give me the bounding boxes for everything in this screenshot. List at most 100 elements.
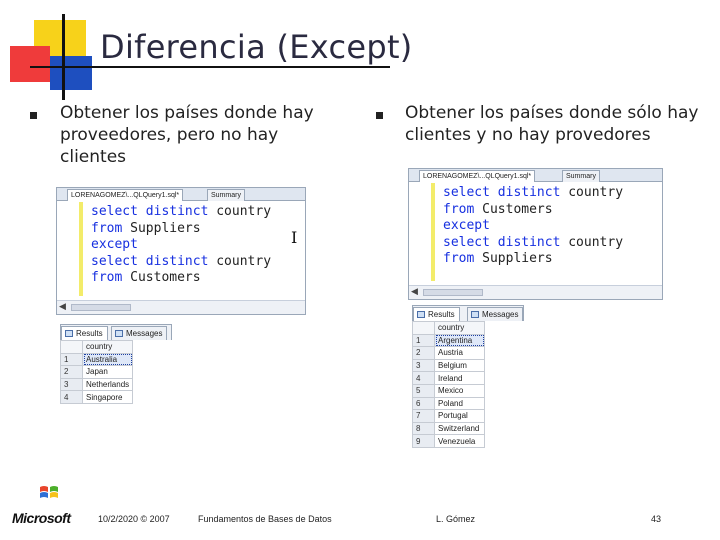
horizontal-scrollbar[interactable]: ◀ xyxy=(57,300,305,314)
sql-line: from Suppliers xyxy=(91,221,271,238)
messages-icon xyxy=(471,311,479,318)
sql-line: except xyxy=(443,218,623,235)
table-row[interactable]: 3 Netherlands xyxy=(60,377,134,392)
sql-line: from Suppliers xyxy=(443,251,623,268)
query-tab[interactable]: LORENAGOMEZ\...QLQuery1.sql* xyxy=(67,189,184,201)
row-number[interactable]: 1 xyxy=(412,333,435,348)
results-grid[interactable]: country 1 Argentina 2 Austria 3 Belgium 4 Irelan… xyxy=(412,321,485,448)
column-header[interactable]: country xyxy=(434,321,485,335)
row-number[interactable]: 1 xyxy=(60,352,83,367)
row-number[interactable]: 5 xyxy=(412,383,435,398)
summary-tab[interactable]: Summary xyxy=(207,189,245,201)
country-cell[interactable]: Singapore xyxy=(81,390,134,404)
sql-line: from Customers xyxy=(91,270,271,287)
sql-editor-left[interactable]: LORENAGOMEZ\...QLQuery1.sql* Summary sel… xyxy=(56,187,306,315)
sql-keyword: except xyxy=(443,218,490,233)
row-number[interactable]: 8 xyxy=(412,421,435,436)
messages-icon xyxy=(115,330,123,337)
sql-identifier: Customers xyxy=(130,270,201,285)
query-tab[interactable]: LORENAGOMEZ\...QLQuery1.sql* xyxy=(419,170,536,182)
scroll-left-icon[interactable]: ◀ xyxy=(411,287,418,297)
sql-keyword: except xyxy=(91,237,138,252)
grid-header-row: country xyxy=(412,321,485,335)
messages-tab[interactable]: Messages xyxy=(111,326,168,340)
grid-corner[interactable] xyxy=(412,321,435,335)
row-number[interactable]: 3 xyxy=(412,358,435,373)
row-number[interactable]: 9 xyxy=(412,434,435,448)
sql-keyword: from xyxy=(443,201,483,217)
row-number[interactable]: 2 xyxy=(412,346,435,360)
sql-editor-right[interactable]: LORENAGOMEZ\...QLQuery1.sql* Summary sel… xyxy=(408,168,663,300)
table-row[interactable]: 3 Belgium xyxy=(412,358,485,373)
results-tabbar: Results Messages xyxy=(412,305,524,321)
messages-tab[interactable]: Messages xyxy=(467,307,524,321)
sql-identifier: Suppliers xyxy=(130,220,201,236)
row-number[interactable]: 4 xyxy=(412,371,435,385)
editor-tabbar: LORENAGOMEZ\...QLQuery1.sql* Summary xyxy=(409,169,662,182)
row-number[interactable]: 2 xyxy=(60,365,83,379)
country-cell[interactable]: Belgium xyxy=(434,358,485,373)
row-number[interactable]: 7 xyxy=(412,409,435,423)
scroll-thumb[interactable] xyxy=(423,289,483,296)
table-row[interactable]: 7 Portugal xyxy=(412,409,485,423)
country-cell[interactable]: Switzerland xyxy=(434,421,485,436)
country-cell[interactable]: Ireland xyxy=(434,371,485,385)
sql-keyword: from xyxy=(91,270,131,285)
footer-page-number: 43 xyxy=(651,514,662,524)
table-row[interactable]: 6 Poland xyxy=(412,396,485,411)
windows-flag-icon xyxy=(40,486,58,498)
sql-line: select distinct country xyxy=(443,185,623,202)
results-panel-left: Results Messages country 1 Australia 2 Japan… xyxy=(60,324,172,404)
slide-title: Diferencia (Except) xyxy=(100,28,413,66)
country-cell[interactable]: Mexico xyxy=(434,383,485,398)
sql-identifier: country xyxy=(568,185,624,200)
table-row[interactable]: 1 Argentina xyxy=(412,333,485,348)
decor-vertical-line xyxy=(62,14,65,100)
sql-line: select distinct country xyxy=(91,254,271,271)
table-row[interactable]: 5 Mexico xyxy=(412,383,485,398)
table-row[interactable]: 4 Singapore xyxy=(60,390,134,404)
summary-tab[interactable]: Summary xyxy=(562,170,600,182)
results-tabbar: Results Messages xyxy=(60,324,172,340)
country-cell[interactable]: Portugal xyxy=(434,409,485,423)
sql-code[interactable]: select distinct country from Customers exc… xyxy=(443,185,623,268)
sql-keyword: select distinct xyxy=(443,185,569,200)
change-margin xyxy=(431,183,435,281)
country-cell[interactable]: Poland xyxy=(434,396,485,411)
column-header[interactable]: country xyxy=(81,340,134,354)
results-tab[interactable]: Results xyxy=(61,326,108,340)
decor-horizontal-line xyxy=(30,66,390,68)
horizontal-scrollbar[interactable]: ◀ xyxy=(409,285,662,299)
grid-icon xyxy=(417,311,425,318)
row-number[interactable]: 4 xyxy=(60,390,83,404)
row-number[interactable]: 3 xyxy=(60,377,83,392)
table-row[interactable]: 2 Japan xyxy=(60,365,134,379)
sql-line: except xyxy=(91,237,271,254)
country-cell[interactable]: Japan xyxy=(81,365,134,379)
bullet-marker-right xyxy=(376,112,383,119)
grid-corner[interactable] xyxy=(60,340,83,354)
country-cell[interactable]: Argentina xyxy=(434,333,485,348)
country-cell[interactable]: Austria xyxy=(434,346,485,360)
scroll-thumb[interactable] xyxy=(71,304,131,311)
table-row[interactable]: 8 Switzerland xyxy=(412,421,485,436)
row-number[interactable]: 6 xyxy=(412,396,435,411)
table-row[interactable]: 1 Australia xyxy=(60,352,134,367)
table-row[interactable]: 4 Ireland xyxy=(412,371,485,385)
results-grid[interactable]: country 1 Australia 2 Japan 3 Netherlands 4 Sing… xyxy=(60,340,134,404)
results-tab[interactable]: Results xyxy=(413,307,460,321)
bullet-text-left: Obtener los países donde hay proveedores… xyxy=(60,103,314,167)
table-row[interactable]: 9 Venezuela xyxy=(412,434,485,448)
country-cell[interactable]: Australia xyxy=(81,352,134,367)
grid-icon xyxy=(65,330,73,337)
sql-keyword: select distinct xyxy=(91,253,217,269)
country-cell[interactable]: Netherlands xyxy=(81,377,134,392)
table-row[interactable]: 2 Austria xyxy=(412,346,485,360)
scroll-left-icon[interactable]: ◀ xyxy=(59,302,66,312)
sql-identifier: country xyxy=(216,204,272,219)
sql-code[interactable]: select distinct country from Suppliers exc… xyxy=(91,204,271,287)
country-cell[interactable]: Venezuela xyxy=(434,434,485,448)
sql-identifier: Customers xyxy=(482,201,553,217)
sql-line: select distinct country xyxy=(91,204,271,221)
results-panel-right: Results Messages country 1 Argentina 2 Austr… xyxy=(412,305,524,448)
